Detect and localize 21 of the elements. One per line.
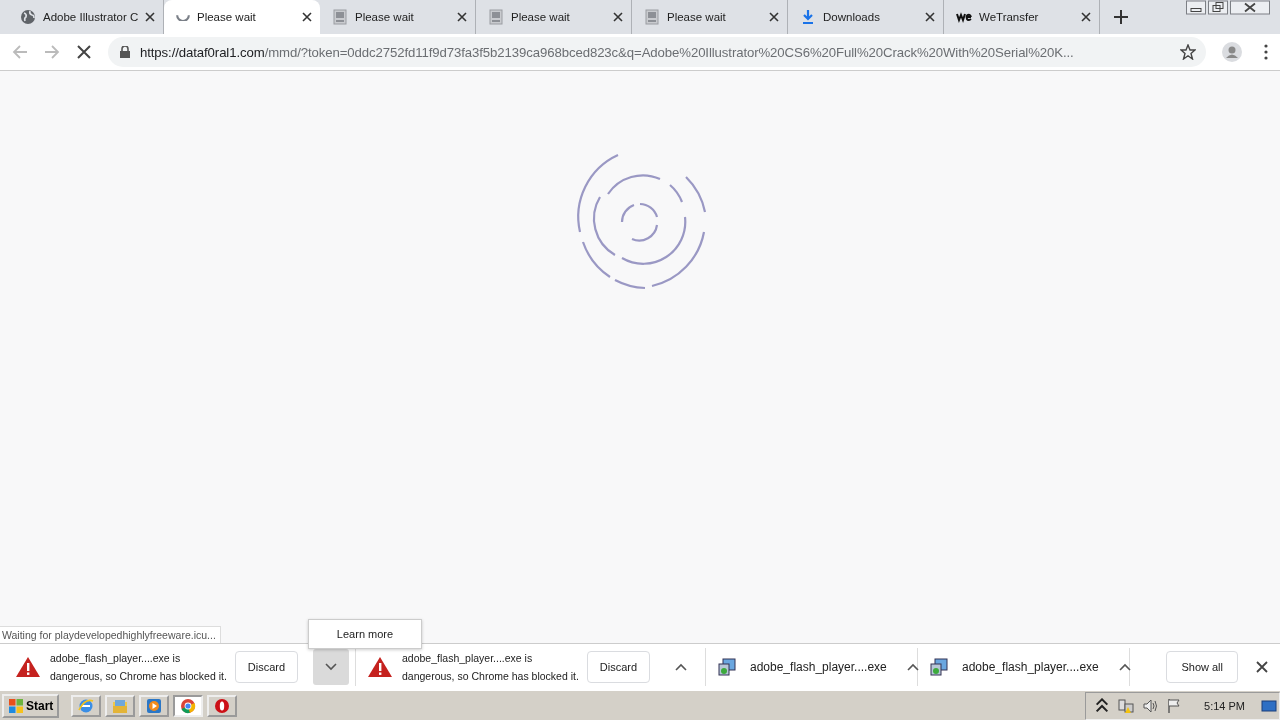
tab-title: Please wait <box>511 11 571 23</box>
browser-tab[interactable]: Please wait <box>164 0 320 34</box>
file-name: adobe_flash_player....exe <box>750 659 887 675</box>
start-button[interactable]: Start <box>2 693 60 718</box>
file-name: adobe_flash_player....exe <box>962 659 1099 675</box>
status-text: Waiting for playdevelopedhighlyfreeware.icu... <box>0 626 221 643</box>
download-warning-text: adobe_flash_player....exe is dangerous, so Chrome has blocked it. <box>402 651 579 684</box>
clock-text: 5:14 PM <box>1204 699 1245 712</box>
discard-button[interactable]: Discard <box>234 651 299 683</box>
show-all-button[interactable]: Show all <box>1166 651 1238 683</box>
discard-button[interactable]: Discard <box>586 651 651 683</box>
address-field[interactable]: https://dataf0ral1.com/mmd/?token=0ddc2752fd11f9d73fa3f5b2139ca968bced823c&q=Adobe%20Illustrator%20CS6%20Full%20Crack%20With%20Serial%20K... <box>108 37 1206 67</box>
learn-more-item[interactable]: Learn more <box>336 628 394 640</box>
tab-title: Please wait <box>197 11 257 23</box>
tab-title: Please wait <box>355 11 415 23</box>
tab-title: Downloads <box>823 11 881 23</box>
download-warning-text: adobe_flash_player....exe is dangerous, so Chrome has blocked it. <box>50 651 227 684</box>
tab-title: Adobe Illustrator C <box>43 11 139 23</box>
tab-title: WeTransfer <box>979 11 1040 23</box>
tab-title: Please wait <box>667 11 727 23</box>
url-text: https://dataf0ral1.com/mmd/?token=0ddc2752fd11f9d73fa3f5b2139ca968bced823c&q=Adobe%20Illustrator%20CS6%20Full%20Crack%20With%20Serial%20K... <box>140 44 1075 60</box>
